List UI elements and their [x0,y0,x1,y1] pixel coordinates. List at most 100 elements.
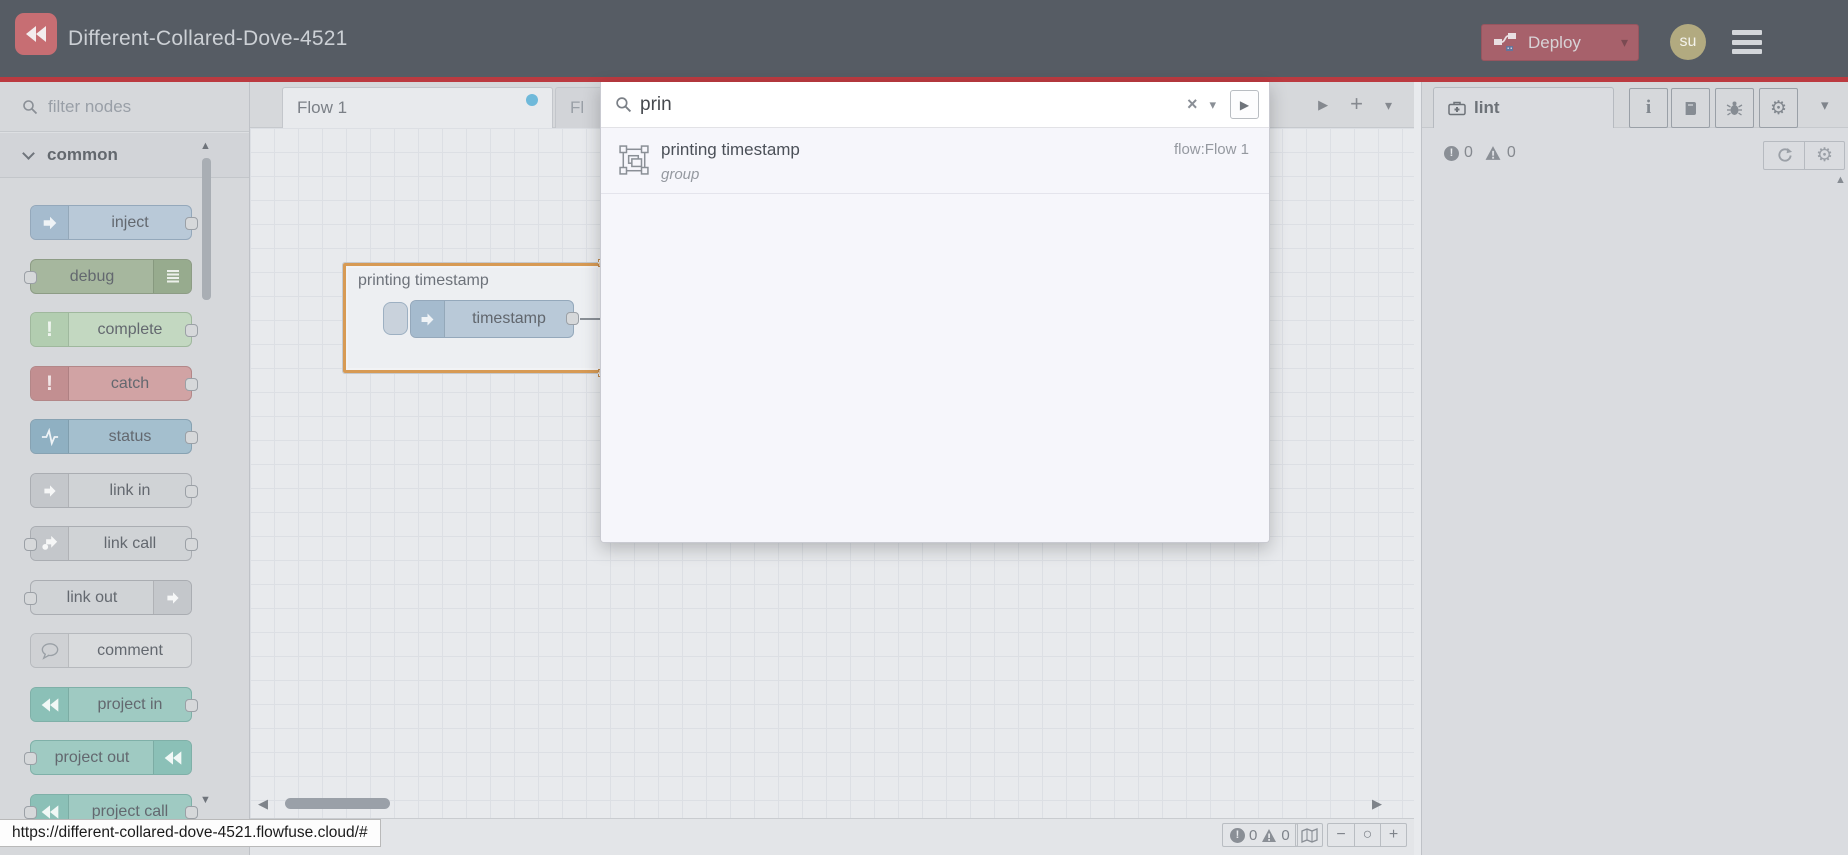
error-icon: ! [1230,827,1245,843]
search-icon [23,99,38,114]
canvas-scrollbar-thumb[interactable] [285,798,390,809]
wire [580,318,602,320]
help-button[interactable] [1671,88,1710,128]
arrow-in-icon [31,206,69,239]
search-sidebar-open-button[interactable]: ▶ [1230,90,1259,119]
canvas-scroll-left-icon[interactable]: ◀ [258,796,268,812]
warning-icon [1485,146,1501,160]
output-port [185,538,198,551]
input-port [24,538,37,551]
group-icon [619,145,649,175]
sidebar-tab-lint[interactable]: lint [1433,87,1614,128]
zoom-in-button[interactable]: + [1380,824,1406,846]
search-result-type: group [661,166,700,183]
refresh-icon [1777,147,1792,162]
settings-button[interactable]: ⚙ [1759,88,1798,128]
palette: filter nodes common inject debug ! compl… [0,82,250,855]
palette-node-project-in[interactable]: project in [30,687,198,722]
deploy-label: Deploy [1528,32,1581,52]
output-port [185,431,198,444]
input-port [24,592,37,605]
palette-node-complete[interactable]: ! complete [30,312,198,347]
clear-search-icon[interactable]: × [1187,94,1198,115]
node-timestamp-inject[interactable]: timestamp [410,300,574,338]
deploy-icon [1494,32,1516,51]
lint-toolbar: ⚙ [1763,141,1845,170]
palette-node-link-call[interactable]: link call [24,526,198,561]
error-icon: ! [1444,145,1459,161]
zoom-reset-button[interactable]: ○ [1354,824,1380,846]
browser-status-url: https://different-collared-dove-4521.flo… [0,819,381,847]
map-icon [1300,827,1318,843]
sidebar-scroll-up-icon[interactable]: ▲ [1835,174,1846,186]
gear-icon: ⚙ [1769,97,1788,119]
output-port [185,699,198,712]
zoom-controls: − ○ + [1327,823,1407,847]
canvas-scroll-right-icon[interactable]: ▶ [1372,796,1382,812]
tab-flow-1[interactable]: Flow 1 [282,87,553,128]
canvas-issue-badge[interactable]: ! 0 0 [1222,823,1298,847]
palette-category-common[interactable]: common [0,132,249,178]
palette-node-catch[interactable]: ! catch [30,366,198,401]
pulse-icon [31,420,69,453]
search-icon [616,97,632,113]
lint-settings-button[interactable]: ⚙ [1804,142,1844,169]
flowfuse-logo-icon [31,688,69,721]
navigator-button[interactable] [1295,823,1323,847]
zoom-out-button[interactable]: − [1328,824,1354,846]
link-arrow-icon [153,581,191,614]
play-icon: ▶ [1239,97,1250,112]
exclamation-icon: ! [31,367,69,400]
palette-scrollbar-thumb[interactable] [202,158,211,300]
search-input-row: × ▾ ▶ [601,82,1269,128]
search-dialog: × ▾ ▶ printing timestamp flo [600,82,1270,543]
search-results: printing timestamp flow:Flow 1 group [601,128,1269,542]
palette-node-comment[interactable]: comment [30,633,192,668]
unsaved-changes-dot [526,94,538,106]
debug-button[interactable] [1715,88,1754,128]
search-result-name: printing timestamp [661,140,800,159]
palette-scroll-down-icon[interactable]: ▼ [200,794,211,806]
search-options-caret-icon[interactable]: ▾ [1209,97,1216,113]
palette-filter-placeholder: filter nodes [48,96,132,116]
palette-filter[interactable]: filter nodes [0,82,249,132]
search-result-row[interactable]: printing timestamp flow:Flow 1 group [601,128,1269,194]
link-arrow-icon [31,474,69,507]
output-port [185,324,198,337]
info-icon: i [1645,97,1652,118]
inject-trigger-button[interactable] [383,302,408,335]
refresh-button[interactable] [1764,142,1804,169]
tab-scroll-right-icon[interactable]: ▶ [1318,97,1328,113]
output-port [185,806,198,819]
palette-node-status[interactable]: status [30,419,198,454]
flow-list-caret-icon[interactable]: ▾ [1385,97,1392,114]
palette-node-inject[interactable]: inject [30,205,198,240]
output-port [185,378,198,391]
instance-title: Different-Collared-Dove-4521 [68,26,348,50]
input-port [24,271,37,284]
main-menu-button[interactable] [1732,30,1762,54]
flowfuse-logo-icon [15,13,57,55]
palette-node-link-out[interactable]: link out [24,580,192,615]
palette-node-project-out[interactable]: project out [24,740,192,775]
deploy-button[interactable]: Deploy ▾ [1481,24,1639,61]
deploy-options-caret-icon[interactable]: ▾ [1621,34,1628,51]
sidebar: lint i ⚙ ▾ ! 0 0 ⚙ ▲ [1421,82,1848,855]
input-port [24,806,37,819]
add-flow-button[interactable]: + [1350,91,1363,117]
chevron-down-icon [22,146,35,160]
user-avatar[interactable]: su [1670,24,1706,60]
output-port[interactable] [566,312,579,325]
lint-warning-count: 0 [1506,144,1516,161]
palette-node-link-in[interactable]: link in [30,473,198,508]
output-port [185,217,198,230]
lint-counts: ! 0 0 [1444,144,1516,162]
palette-scroll-up-icon[interactable]: ▲ [200,140,211,152]
search-input[interactable] [640,93,1187,116]
sidebar-menu-caret-icon[interactable]: ▾ [1821,96,1829,114]
output-port [185,485,198,498]
flowfuse-logo-icon [153,741,191,774]
comment-bubble-icon [31,634,69,667]
info-button[interactable]: i [1629,88,1668,128]
palette-node-debug[interactable]: debug [24,259,192,294]
